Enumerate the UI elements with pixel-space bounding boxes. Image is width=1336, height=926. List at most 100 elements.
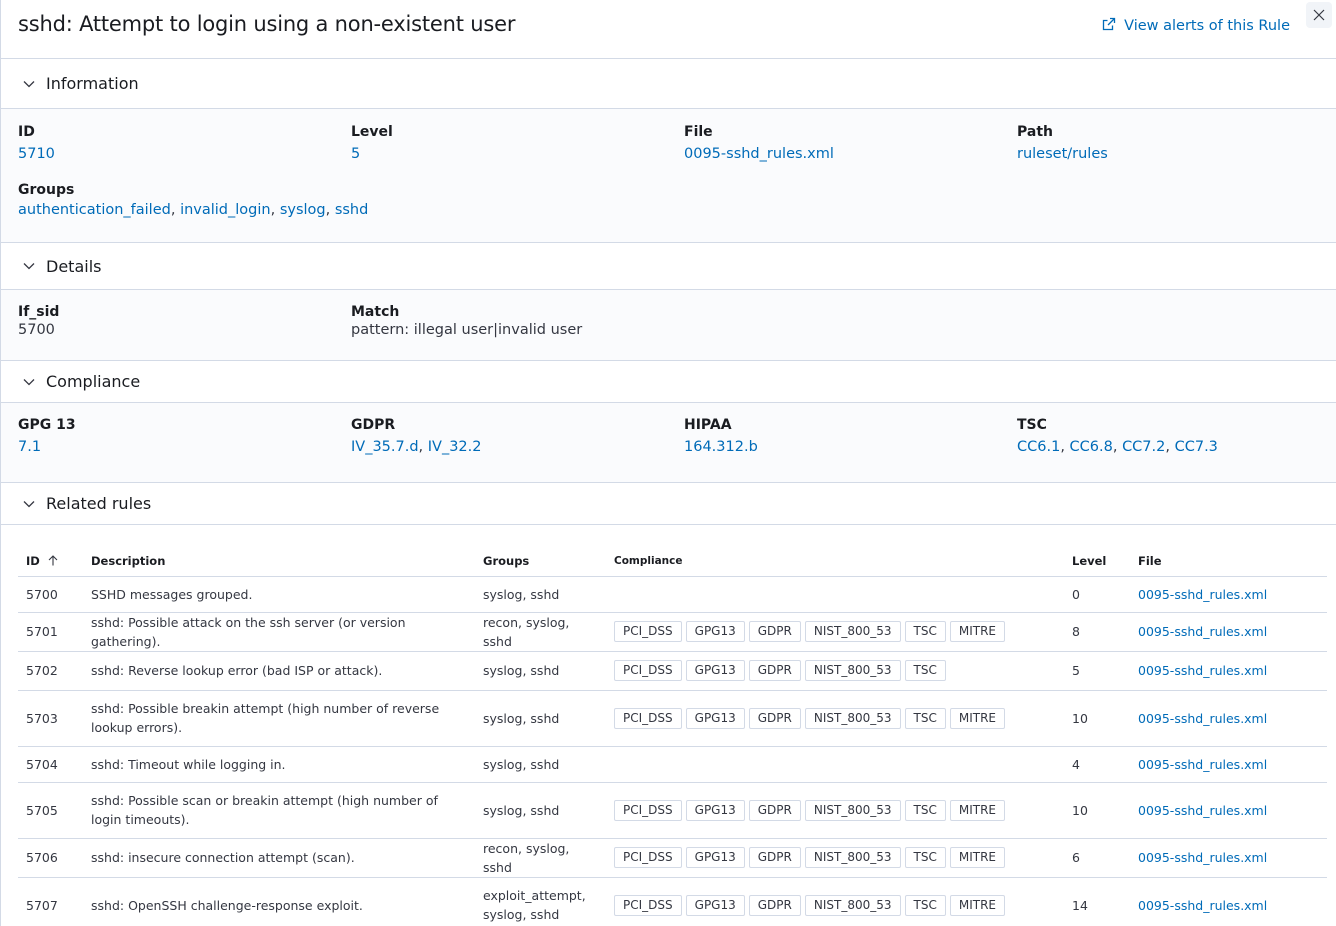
table-row[interactable]: 5707 sshd: OpenSSH challenge-response exp… [18,877,1327,926]
cell-id: 5704 [18,746,83,783]
list-link[interactable]: 7.1 [18,439,41,455]
field-groups: Groups authentication_failed, invalid_lo… [18,182,1319,218]
list-link[interactable]: CC6.1 [1017,439,1060,455]
table-row[interactable]: 5700 SSHD messages grouped. syslog, sshd 0 0… [18,576,1327,613]
column-header-groups[interactable]: Groups [475,547,606,577]
tsc-list: CC6.1, CC6.8, CC7.2, CC7.3 [1017,439,1336,455]
rule-file-link[interactable]: 0095-sshd_rules.xml [1138,663,1267,678]
table-row[interactable]: 5706 sshd: insecure connection attempt (s… [18,838,1327,878]
compliance-badge: GPG13 [685,847,745,868]
column-header-id[interactable]: ID [18,547,83,577]
list-link[interactable]: IV_35.7.d [351,439,419,455]
cell-level: 10 [1064,690,1130,747]
table-row[interactable]: 5701 sshd: Possible attack on the ssh ser… [18,612,1327,652]
list-separator: , [325,202,335,218]
cell-id: 5703 [18,690,83,747]
chevron-down-icon [23,259,37,273]
rule-file-link[interactable]: 0095-sshd_rules.xml [1138,624,1267,639]
table-row[interactable]: 5704 sshd: Timeout while logging in. syslo… [18,746,1327,783]
section-toggle-compliance[interactable]: Compliance [1,361,1336,403]
compliance-badge: PCI_DSS [614,660,682,681]
list-link[interactable]: sshd [335,202,369,218]
cell-compliance: PCI_DSS GPG13 GDPR NIST_800_53 TSC MITRE [606,838,1064,878]
rule-file-link[interactable]: 0095-sshd_rules.xml [1138,711,1267,726]
list-separator: , [270,202,280,218]
related-rules-panel: ID Description Groups Compliance Level F… [1,525,1336,926]
list-link[interactable]: syslog [280,202,326,218]
column-header-level[interactable]: Level [1064,547,1130,577]
section-title-related-rules: Related rules [46,494,152,513]
list-link[interactable]: authentication_failed [18,202,171,218]
compliance-panel: GPG 13 7.1 GDPR IV_35.7.d, IV_32.2 HIPAA… [1,403,1336,483]
rule-file-link[interactable]: 0095-sshd_rules.xml [1138,898,1267,913]
chevron-down-icon [23,497,37,511]
compliance-badge: PCI_DSS [614,799,682,821]
compliance-badge: TSC [904,660,946,681]
list-link[interactable]: CC6.8 [1070,439,1113,455]
compliance-badge: TSC [904,799,946,821]
compliance-badge: NIST_800_53 [804,660,901,681]
rule-file-link[interactable]: 0095-sshd_rules.xml [1138,850,1267,865]
flyout-header: sshd: Attempt to login using a non-exist… [1,0,1336,59]
compliance-badge: PCI_DSS [614,894,682,916]
compliance-badge: PCI_DSS [614,621,682,642]
cell-level: 5 [1064,651,1130,691]
section-toggle-details[interactable]: Details [1,243,1336,290]
cell-file: 0095-sshd_rules.xml [1130,838,1327,878]
close-button[interactable] [1306,2,1332,28]
section-title-compliance: Compliance [46,372,141,391]
cell-groups: syslog, sshd [475,690,606,747]
compliance-badge: TSC [904,894,946,916]
cell-level: 14 [1064,877,1130,926]
section-toggle-information[interactable]: Information [1,59,1336,109]
column-header-file[interactable]: File [1130,547,1327,577]
field-file: File 0095-sshd_rules.xml [684,124,1017,162]
list-separator: , [1060,439,1070,455]
field-hipaa: HIPAA 164.312.b [684,417,1017,455]
list-link[interactable]: 164.312.b [684,439,758,455]
match-value: pattern: illegal user|invalid user [351,322,583,338]
cell-groups: syslog, sshd [475,782,606,839]
cell-file: 0095-sshd_rules.xml [1130,612,1327,652]
groups-list: authentication_failed, invalid_login, sy… [18,202,1319,218]
compliance-badge: TSC [904,621,946,642]
field-id: ID 5710 [18,124,351,162]
list-link[interactable]: invalid_login [180,202,271,218]
cell-id: 5701 [18,612,83,652]
compliance-badge: NIST_800_53 [804,799,901,821]
hipaa-list: 164.312.b [684,439,1017,455]
rule-file-link[interactable]: 0095-sshd_rules.xml [1138,587,1267,602]
compliance-badge: GPG13 [685,621,745,642]
rule-id-link[interactable]: 5710 [18,146,351,162]
rule-file-link[interactable]: 0095-sshd_rules.xml [1138,803,1267,818]
details-panel: If_sid 5700 Match pattern: illegal user|… [1,290,1336,361]
column-header-compliance[interactable]: Compliance [606,547,1064,577]
view-alerts-link[interactable]: View alerts of this Rule [1102,17,1290,35]
compliance-badge: TSC [904,707,946,729]
section-toggle-related-rules[interactable]: Related rules [1,483,1336,525]
chevron-down-icon [23,375,37,389]
table-row[interactable]: 5703 sshd: Possible breakin attempt (high… [18,690,1327,747]
compliance-badge: GDPR [748,660,801,681]
cell-description: sshd: OpenSSH challenge-response exploit… [83,877,475,926]
list-link[interactable]: IV_32.2 [428,439,482,455]
rule-file-link[interactable]: 0095-sshd_rules.xml [684,146,1017,162]
cell-groups: syslog, sshd [475,746,606,783]
cell-description: sshd: Reverse lookup error (bad ISP or a… [83,651,475,691]
table-row[interactable]: 5705 sshd: Possible scan or breakin attem… [18,782,1327,839]
rule-level-link[interactable]: 5 [351,146,684,162]
rule-path-link[interactable]: ruleset/rules [1017,146,1336,162]
table-row[interactable]: 5702 sshd: Reverse lookup error (bad ISP … [18,651,1327,691]
rule-file-link[interactable]: 0095-sshd_rules.xml [1138,757,1267,772]
cell-file: 0095-sshd_rules.xml [1130,576,1327,613]
rule-flyout: sshd: Attempt to login using a non-exist… [0,0,1336,926]
close-icon [1313,6,1325,25]
list-separator: , [1112,439,1123,455]
list-link[interactable]: CC7.2 [1122,439,1165,455]
column-header-description[interactable]: Description [83,547,475,577]
list-link[interactable]: CC7.3 [1175,439,1218,455]
compliance-badge: NIST_800_53 [804,621,901,642]
cell-groups: recon, syslog, sshd [475,838,606,878]
cell-description: sshd: insecure connection attempt (scan)… [83,838,475,878]
cell-groups: syslog, sshd [475,576,606,613]
